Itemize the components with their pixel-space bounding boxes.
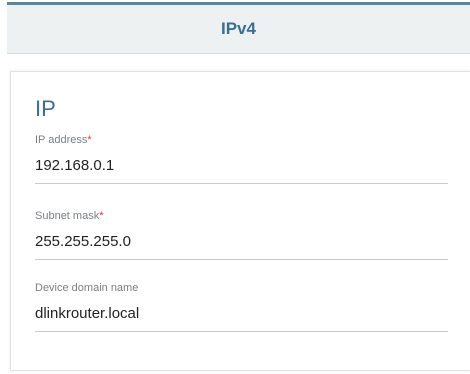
ip-settings-panel: IP IP address* Subnet mask* Device domai… [10, 71, 470, 371]
tab-ipv4[interactable]: IPv4 [7, 2, 470, 54]
ip-address-field-group: IP address* [35, 134, 448, 184]
ip-address-input[interactable] [35, 147, 448, 184]
subnet-mask-input[interactable] [35, 223, 448, 260]
domain-name-input[interactable] [35, 295, 448, 332]
required-mark: * [87, 134, 92, 146]
required-mark: * [99, 210, 104, 222]
subnet-mask-label: Subnet mask* [35, 210, 448, 223]
section-title: IP [35, 96, 56, 121]
domain-name-label-text: Device domain name [35, 282, 139, 294]
ip-address-label: IP address* [35, 134, 448, 147]
tab-title: IPv4 [221, 19, 256, 38]
page: IPv4 IP IP address* Subnet mask* Device … [0, 0, 470, 374]
ip-address-label-text: IP address [35, 134, 88, 146]
subnet-mask-field-group: Subnet mask* [35, 210, 448, 260]
domain-name-field-group: Device domain name [35, 282, 448, 332]
domain-name-label: Device domain name [35, 282, 448, 295]
subnet-mask-label-text: Subnet mask [35, 210, 100, 222]
